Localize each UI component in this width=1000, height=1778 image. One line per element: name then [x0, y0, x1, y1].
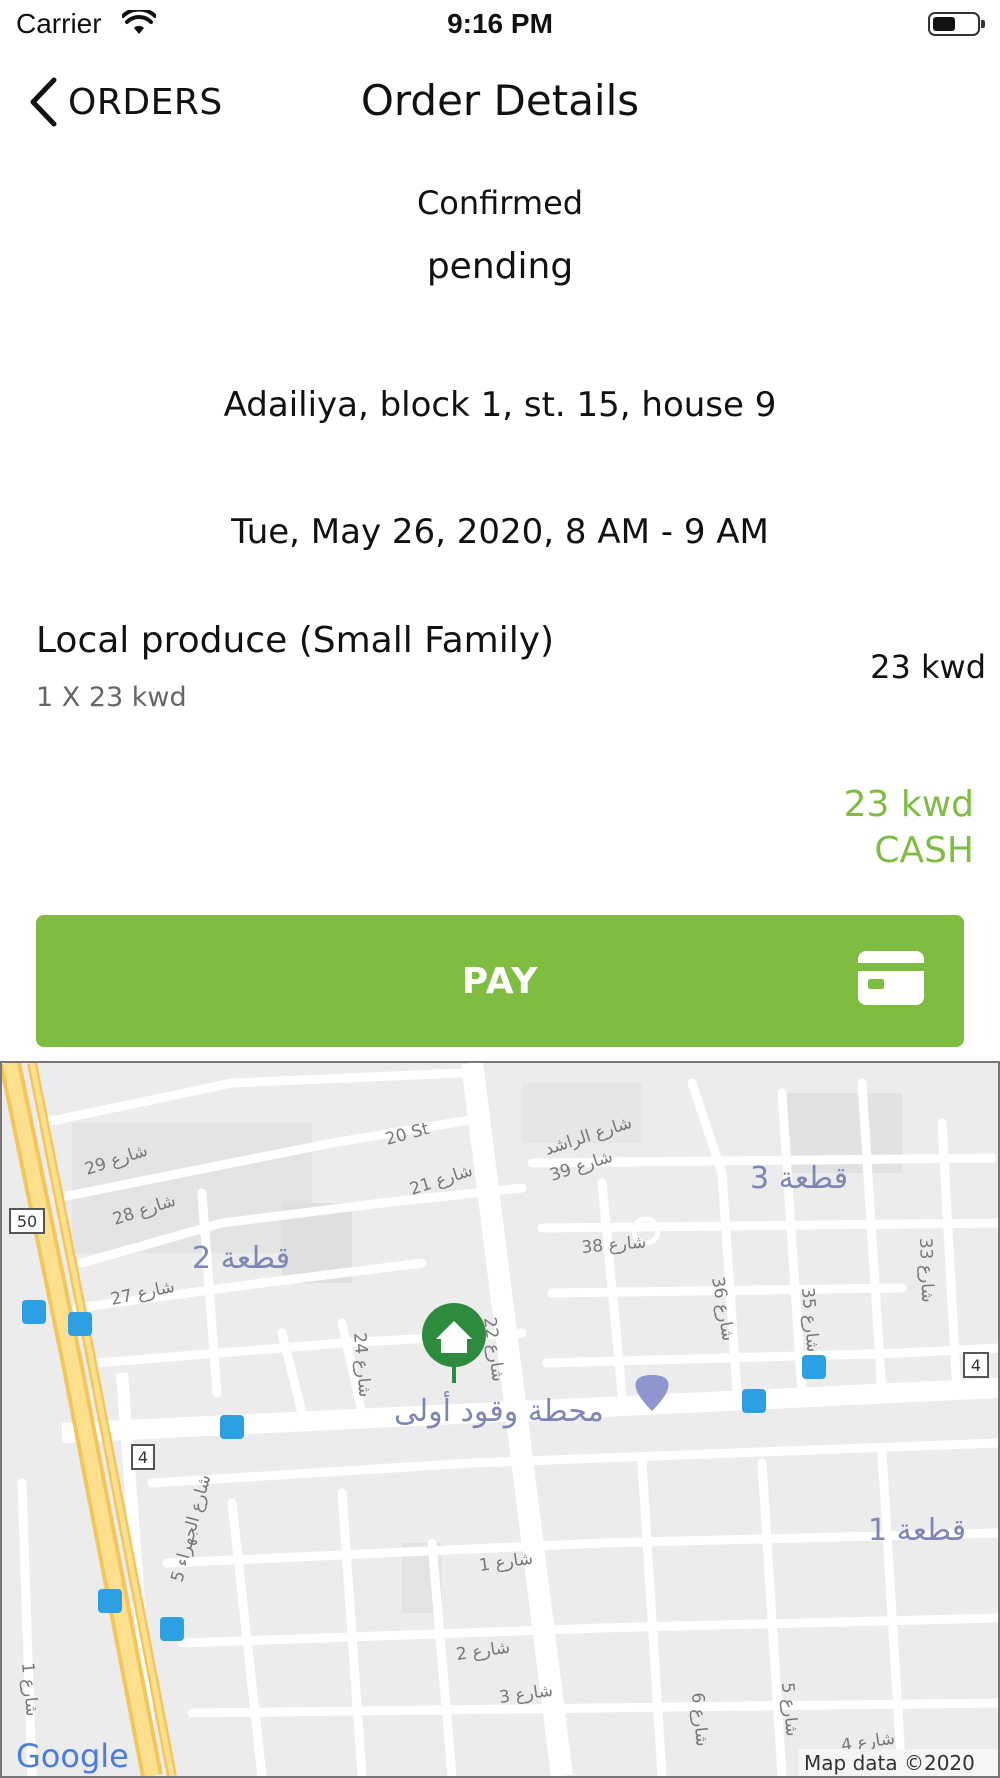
map-label-station: محطة وقود أولى: [394, 1390, 604, 1429]
page-title: Order Details: [360, 76, 640, 125]
google-logo: Google: [16, 1737, 129, 1775]
item-price: 23 kwd: [870, 648, 986, 686]
route-shield-4a: 4: [138, 1448, 148, 1467]
item-quantity: 1 X 23 kwd: [36, 682, 187, 713]
clock-label: 9:16 PM: [447, 8, 553, 39]
battery-icon: [928, 12, 985, 36]
map-attribution: Map data ©2020: [804, 1751, 975, 1775]
credit-card-icon: [858, 951, 924, 1005]
order-status: Confirmed: [416, 184, 584, 222]
pay-label: PAY: [461, 960, 539, 1002]
delivery-map[interactable]: 20 St شارع 29 شارع 28 شارع 27 شارع 21 شا…: [0, 1061, 1000, 1778]
route-shield-4b: 4: [971, 1356, 981, 1375]
route-shield-50: 50: [17, 1212, 37, 1231]
map-label-block2: قطعة 2: [192, 1241, 290, 1276]
map-label-block1: قطعة 1: [868, 1513, 966, 1548]
order-substatus: pending: [426, 246, 574, 287]
order-total: 23 kwd CASH: [844, 782, 974, 874]
map-label-st33: شارع 33: [915, 1237, 937, 1302]
map-label-block3: قطعة 3: [750, 1161, 848, 1196]
delivery-address: Adailiya, block 1, st. 15, house 9: [223, 385, 777, 425]
total-amount: 23 kwd: [843, 784, 974, 825]
pay-button[interactable]: PAY: [36, 915, 964, 1047]
delivery-slot: Tue, May 26, 2020, 8 AM - 9 AM: [231, 512, 769, 552]
payment-method: CASH: [874, 830, 974, 871]
item-name: Local produce (Small Family): [36, 620, 555, 661]
